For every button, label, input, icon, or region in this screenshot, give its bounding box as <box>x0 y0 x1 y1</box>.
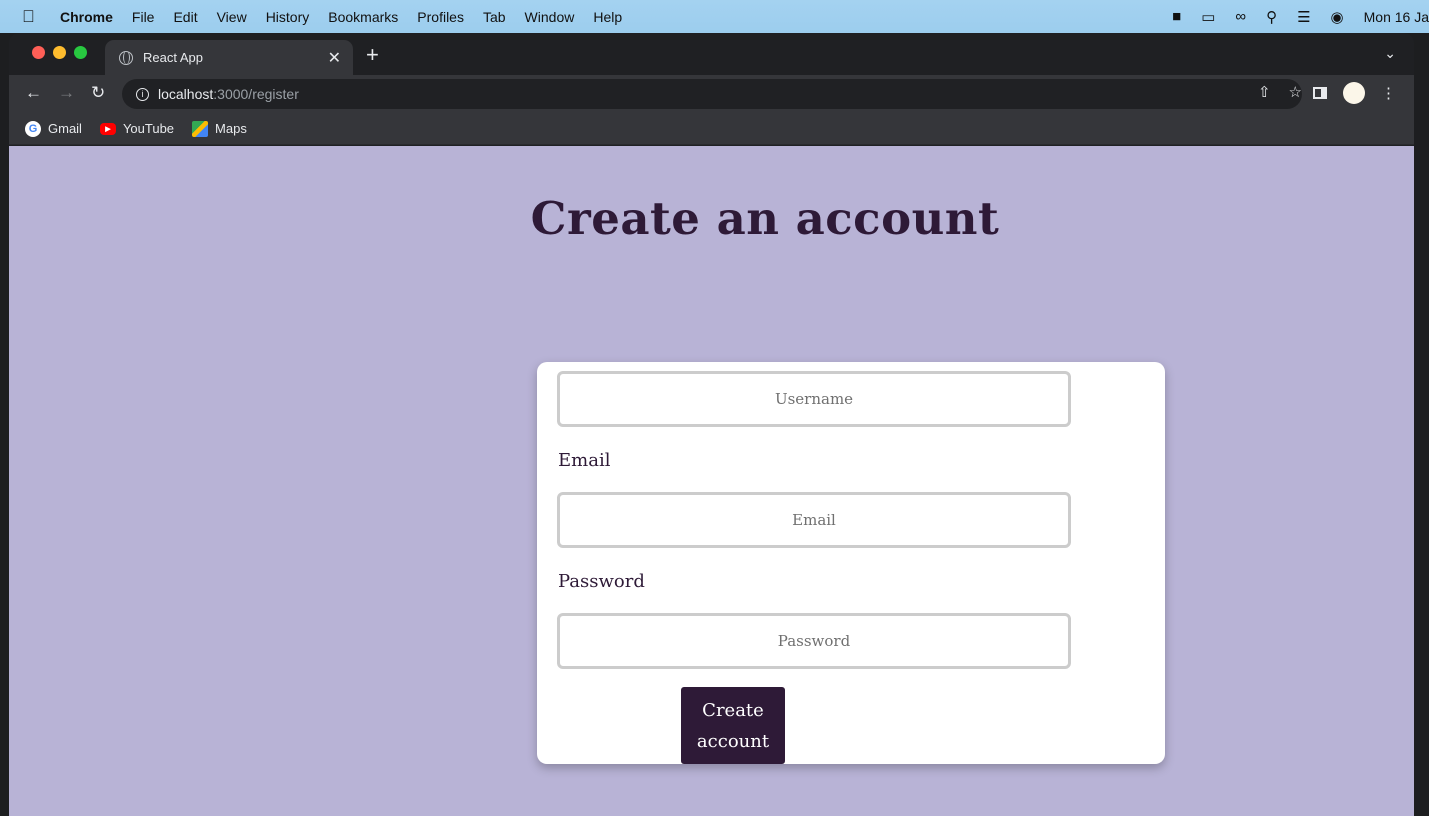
site-info-icon[interactable]: i <box>136 87 149 101</box>
bookmark-youtube[interactable]: ▶ YouTube <box>99 121 175 136</box>
menu-file[interactable]: File <box>132 9 155 25</box>
browser-toolbar: ← → ↻ i localhost:3000/register ⇧ ☆ ⋮ <box>9 75 1414 113</box>
bookmarks-bar: G Gmail ▶ YouTube Maps <box>9 113 1414 145</box>
page-content: Create an account Email Password Create … <box>9 146 1414 816</box>
tab-react-app[interactable]: React App ✕ <box>105 40 353 75</box>
bookmark-maps[interactable]: Maps <box>192 120 247 137</box>
zoom-window-button[interactable] <box>74 46 87 59</box>
reload-icon[interactable]: ↻ <box>91 83 105 103</box>
menu-app-chrome[interactable]: Chrome <box>60 9 113 25</box>
bookmark-youtube-label: YouTube <box>122 121 175 136</box>
battery-icon[interactable]: ▭ <box>1201 8 1215 26</box>
tab-strip: React App ✕ + ⌄ <box>9 33 1414 75</box>
menu-profiles[interactable]: Profiles <box>417 9 464 25</box>
address-bar-actions: ⇧ ☆ <box>1240 83 1302 101</box>
siri-icon[interactable]: ◉ <box>1331 8 1344 26</box>
link-icon[interactable]: ∞ <box>1235 8 1246 25</box>
more-menu-icon[interactable]: ⋮ <box>1381 84 1396 102</box>
create-account-button[interactable]: Create account <box>681 687 785 764</box>
control-center-icon[interactable]: ☰ <box>1297 8 1310 26</box>
globe-icon <box>119 50 133 65</box>
bookmark-gmail-label: Gmail <box>48 121 82 136</box>
create-account-button-line2: account <box>696 730 770 752</box>
url-path: :3000/register <box>213 86 299 102</box>
bookmark-maps-label: Maps <box>215 121 247 136</box>
youtube-icon: ▶ <box>99 122 116 135</box>
toolbar-right-actions: ⋮ <box>1313 82 1396 104</box>
window-controls <box>32 46 95 59</box>
menu-help[interactable]: Help <box>593 9 622 25</box>
back-arrow-icon[interactable]: ← <box>25 83 42 103</box>
apple-logo-icon[interactable]:  <box>22 7 38 26</box>
bookmark-star-icon[interactable]: ☆ <box>1289 83 1302 101</box>
browser-window: React App ✕ + ⌄ ← → ↻ i localhost:3000/r… <box>9 33 1414 816</box>
side-panel-icon[interactable] <box>1313 87 1327 99</box>
page-title: Create an account <box>530 192 1000 245</box>
register-form-card: Email Password Create account <box>537 362 1165 764</box>
menu-bar-status-area: ■ ▭ ∞ ⚲ ☰ ◉ Mon 16 Ja <box>1152 0 1429 33</box>
menu-bookmarks[interactable]: Bookmarks <box>328 9 398 25</box>
username-input[interactable] <box>557 371 1071 427</box>
new-tab-button[interactable]: + <box>366 44 379 66</box>
maps-icon <box>192 120 209 137</box>
address-bar[interactable]: i localhost:3000/register <box>122 79 1302 109</box>
menu-edit[interactable]: Edit <box>173 9 197 25</box>
menu-window[interactable]: Window <box>525 9 575 25</box>
minimize-window-button[interactable] <box>53 46 66 59</box>
url-host: localhost <box>158 86 214 102</box>
elephant-app-icon[interactable]: ■ <box>1172 8 1181 25</box>
menu-view[interactable]: View <box>217 9 247 25</box>
password-input[interactable] <box>557 613 1071 669</box>
forward-arrow-icon[interactable]: → <box>58 83 75 103</box>
create-account-button-line1: Create <box>702 699 764 721</box>
google-icon: G <box>25 120 41 137</box>
menu-tab[interactable]: Tab <box>483 9 506 25</box>
password-label: Password <box>558 571 645 592</box>
macos-menu-bar:  Chrome File Edit View History Bookmark… <box>0 0 1429 33</box>
menu-bar-clock[interactable]: Mon 16 Ja <box>1364 9 1429 25</box>
email-input[interactable] <box>557 492 1071 548</box>
profile-avatar[interactable] <box>1343 82 1365 104</box>
tab-search-chevron-icon[interactable]: ⌄ <box>1384 45 1396 62</box>
email-label: Email <box>558 450 611 471</box>
tab-title: React App <box>143 50 203 65</box>
share-icon[interactable]: ⇧ <box>1258 83 1271 101</box>
spotlight-search-icon[interactable]: ⚲ <box>1266 8 1277 26</box>
close-tab-icon[interactable]: ✕ <box>328 48 341 68</box>
bookmark-gmail[interactable]: G Gmail <box>25 120 82 137</box>
menu-history[interactable]: History <box>266 9 310 25</box>
close-window-button[interactable] <box>32 46 45 59</box>
